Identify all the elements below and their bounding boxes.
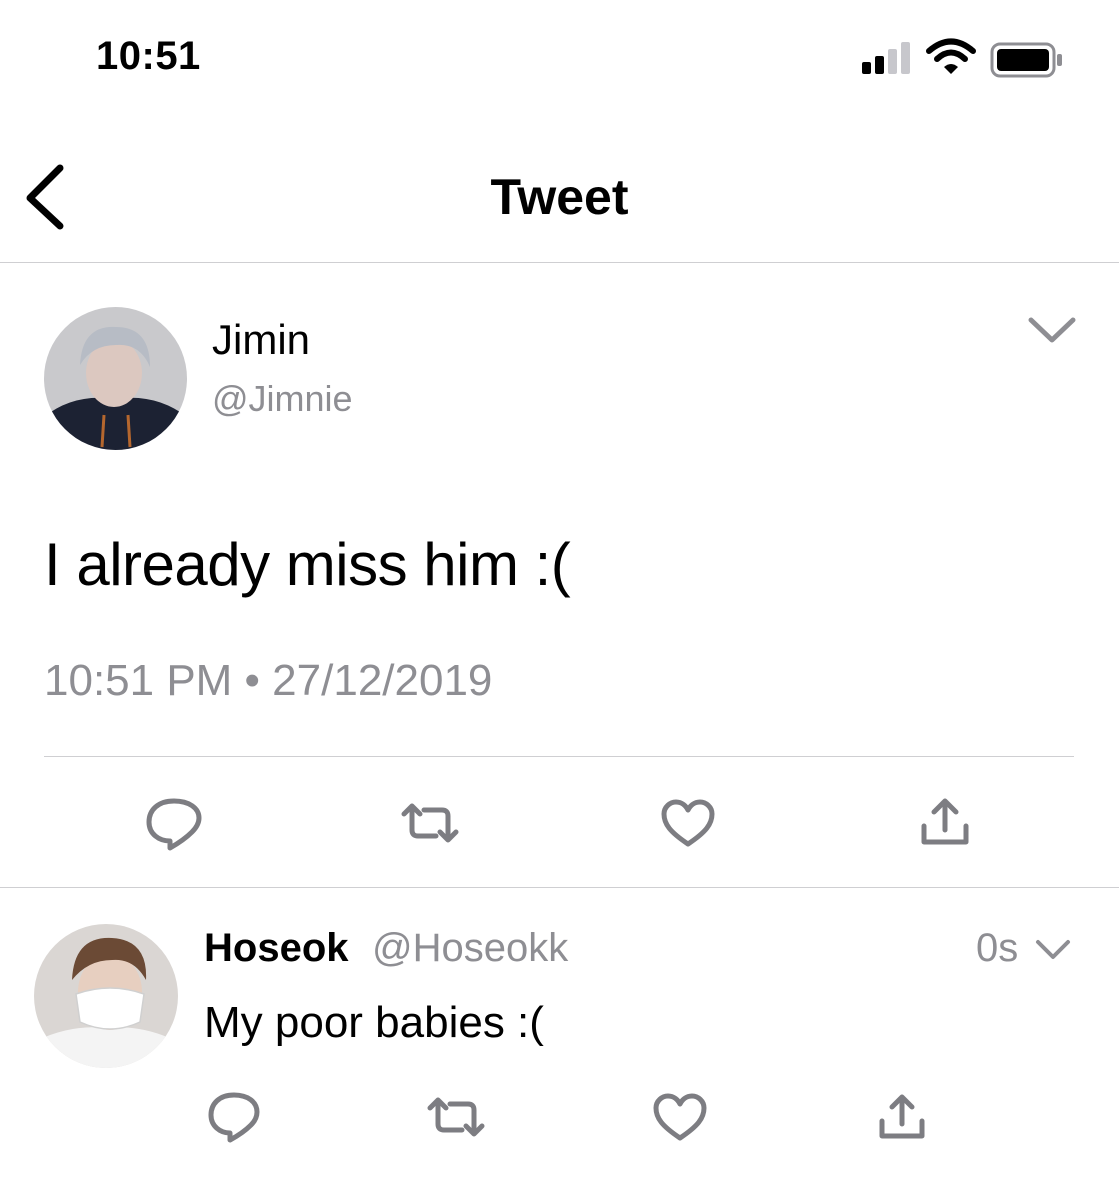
- battery-icon: [990, 42, 1062, 78]
- reply-icon[interactable]: [144, 796, 204, 852]
- signal-icon: [862, 42, 910, 74]
- reply-author-handle[interactable]: @Hoseokk: [372, 926, 568, 971]
- share-icon[interactable]: [918, 796, 972, 848]
- wifi-icon: [926, 38, 976, 74]
- like-icon[interactable]: [660, 798, 716, 848]
- retweet-icon[interactable]: [400, 800, 460, 846]
- avatar-photo: [34, 924, 178, 1068]
- avatar-photo: [44, 307, 187, 450]
- like-icon[interactable]: [652, 1092, 708, 1142]
- tweet-divider: [0, 887, 1119, 888]
- tweet-timestamp: 10:51 PM • 27/12/2019: [44, 656, 493, 705]
- tweet-text: I already miss him :(: [44, 531, 571, 598]
- chevron-down-icon[interactable]: [1026, 312, 1078, 348]
- share-icon[interactable]: [876, 1092, 928, 1142]
- reply-time: 0s: [976, 926, 1019, 970]
- chevron-down-icon[interactable]: [1034, 936, 1072, 964]
- reply-author-name[interactable]: Hoseok: [204, 926, 349, 971]
- avatar[interactable]: [44, 307, 187, 450]
- header-divider: [0, 262, 1119, 263]
- status-bar-time: 10:51: [96, 34, 201, 78]
- reply-icon[interactable]: [206, 1090, 262, 1144]
- actions-divider: [44, 756, 1074, 757]
- author-name[interactable]: Jimin: [212, 316, 310, 364]
- page-title: Tweet: [490, 169, 629, 225]
- reply-text: My poor babies :(: [204, 998, 544, 1047]
- retweet-icon[interactable]: [426, 1094, 486, 1140]
- avatar[interactable]: [34, 924, 178, 1068]
- author-handle[interactable]: @Jimnie: [212, 378, 353, 420]
